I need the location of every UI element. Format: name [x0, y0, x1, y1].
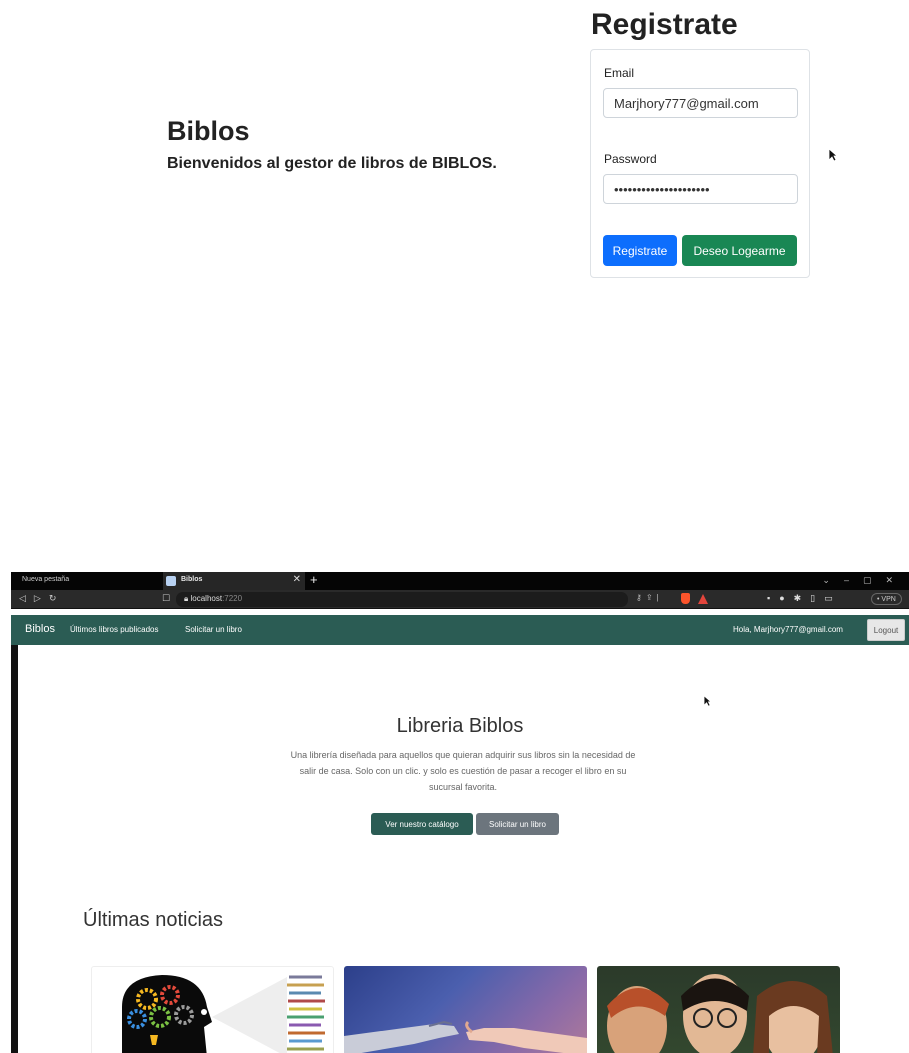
nav-latest-books[interactable]: Últimos libros publicados: [70, 625, 158, 634]
bookmark-icon[interactable]: ☐: [162, 593, 170, 604]
register-button[interactable]: Registrate: [603, 235, 677, 266]
brain-books-illustration: [122, 975, 325, 1053]
url-host: localhost: [190, 594, 223, 603]
news-image-robot-hand[interactable]: [344, 966, 587, 1053]
login-button[interactable]: Deseo Logearme: [682, 235, 797, 266]
window-controls[interactable]: ⌄–▢✕: [822, 575, 907, 586]
extension-icons[interactable]: ▪●✱▯▭: [767, 593, 842, 604]
site-navbar: Biblos Últimos libros publicados Solicit…: [11, 615, 909, 645]
tab-bar: Nueva pestaña Biblos ✕ + ⌄–▢✕: [11, 572, 909, 590]
intro-title: Biblos: [167, 116, 250, 146]
url-port: :7220: [222, 594, 243, 603]
catalog-button[interactable]: Ver nuestro catálogo: [371, 813, 473, 835]
back-icon[interactable]: ◁: [19, 593, 34, 603]
news-heading: Últimas noticias: [83, 909, 224, 931]
url-field[interactable]: 🔒︎ localhost:7220: [176, 592, 628, 607]
news-image-brain-books[interactable]: [91, 966, 334, 1053]
hero-description: Una librería diseñada para aquellos que …: [290, 750, 636, 792]
url-text: 🔒︎ localhost:7220: [184, 594, 242, 604]
page-icon: [166, 576, 176, 586]
user-greeting: Hola, Marjhory777@gmail.com: [733, 625, 843, 634]
email-field[interactable]: [603, 88, 798, 118]
new-tab-icon[interactable]: +: [310, 572, 318, 587]
tab-new[interactable]: Nueva pestaña: [22, 576, 69, 583]
browser-window: Nueva pestaña Biblos ✕ + ⌄–▢✕ ◁▷↻ ☐ 🔒︎ l…: [11, 572, 909, 1053]
brave-shield-icon[interactable]: [681, 593, 690, 604]
close-icon[interactable]: ✕: [293, 574, 301, 585]
request-book-button[interactable]: Solicitar un libro: [476, 813, 559, 835]
window-edge: [11, 645, 18, 1053]
intro-block: Biblos Bienvenidos al gestor de libros d…: [167, 116, 497, 173]
register-card: Email Password Registrate Deseo Logearme: [590, 49, 810, 278]
tab-biblos-label: Biblos: [181, 576, 203, 583]
password-label: Password: [604, 152, 657, 166]
brave-rewards-icon[interactable]: [698, 594, 708, 604]
robot-human-hands-illustration: [344, 1020, 587, 1053]
film-characters-photo: [607, 974, 833, 1053]
logout-button[interactable]: Logout: [867, 619, 905, 641]
nav-request-book[interactable]: Solicitar un libro: [185, 625, 242, 634]
email-label: Email: [604, 66, 635, 80]
password-field[interactable]: [603, 174, 798, 204]
intro-subtitle: Bienvenidos al gestor de libros de BIBLO…: [167, 155, 497, 172]
vpn-button[interactable]: • VPN: [871, 593, 902, 605]
mouse-cursor-icon: [828, 148, 838, 162]
key-share-icons[interactable]: ⚷⇪|: [636, 593, 663, 602]
forward-icon[interactable]: ▷: [34, 593, 49, 603]
site-brand[interactable]: Biblos: [25, 623, 55, 635]
mouse-cursor-icon: [703, 695, 712, 707]
news-image-harry-potter[interactable]: [597, 966, 840, 1053]
address-bar: ◁▷↻ ☐ 🔒︎ localhost:7220 ⚷⇪| ▪●✱▯▭ • VPN: [11, 590, 909, 609]
register-heading: Registrate: [591, 8, 738, 41]
hero-title: Libreria Biblos: [396, 715, 524, 737]
tab-biblos[interactable]: Biblos ✕: [163, 572, 305, 590]
nav-controls[interactable]: ◁▷↻: [19, 593, 64, 604]
page: Biblos Bienvenidos al gestor de libros d…: [0, 0, 909, 1053]
reload-icon[interactable]: ↻: [49, 593, 65, 603]
